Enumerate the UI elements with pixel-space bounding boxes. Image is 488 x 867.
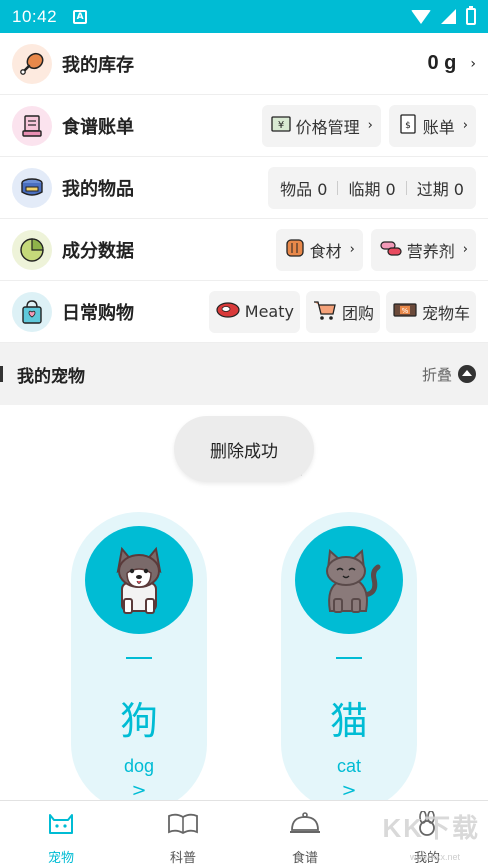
supplements-label: 营养剂 — [406, 241, 455, 261]
pet-selection-area: 「请选择宠物类型」 删除成功 狗 dog > — [0, 405, 488, 800]
status-time: 10:42 — [12, 6, 58, 26]
cat-icon — [295, 526, 403, 634]
book-icon — [166, 811, 200, 841]
bill-label: 账单 — [422, 117, 455, 137]
tab-label: 宠物 — [47, 851, 74, 866]
pet-cart-label: 宠物车 — [421, 303, 470, 323]
pet-name-en: dog — [123, 756, 155, 776]
goods-count: 物品 0 — [280, 179, 328, 199]
wifi-icon — [411, 9, 431, 24]
svg-text:%: % — [402, 307, 409, 315]
steak-icon — [215, 300, 241, 324]
battery-icon — [466, 6, 476, 25]
pet-icon — [45, 811, 77, 841]
cloche-icon — [288, 811, 322, 841]
menu-list: 我的库存 0 g › 食谱账单 ¥ 价格管理 › $ 账单 › 我的物品 物品 … — [0, 33, 488, 343]
receipt-icon — [12, 105, 52, 146]
items-counters: 物品 0 临期 0 过期 0 — [268, 166, 476, 209]
nutrition-data-row: 成分数据 食材 › 营养剂 › — [0, 219, 488, 281]
pet-name-cn: 猫 — [329, 699, 368, 743]
items-counter-chip[interactable]: 物品 0 临期 0 过期 0 — [268, 166, 476, 209]
pet-card-dog[interactable]: 狗 dog > — [71, 512, 207, 800]
signal-icon — [441, 9, 456, 24]
divider — [337, 180, 339, 195]
chevron-right-icon: › — [367, 118, 373, 133]
bill-button[interactable]: $ 账单 › — [388, 104, 476, 147]
stock-label: 我的库存 — [62, 54, 134, 76]
collapse-up-icon — [458, 365, 476, 383]
supplements-button[interactable]: 营养剂 › — [370, 228, 476, 271]
my-pets-header: 我的宠物 折叠 — [0, 343, 488, 405]
tab-label: 科普 — [169, 851, 196, 866]
group-buy-label: 团购 — [341, 303, 374, 323]
bill-icon: $ — [397, 113, 419, 139]
price-tag-icon: ¥ — [270, 114, 292, 138]
my-pets-title: 我的宠物 — [17, 366, 85, 387]
chevron-right-icon: > — [341, 780, 357, 800]
tab-label: 食谱 — [291, 851, 318, 866]
toast-message: 删除成功 — [174, 416, 314, 482]
divider — [126, 657, 152, 659]
pet-name-cn: 狗 — [119, 699, 158, 743]
can-icon — [12, 167, 52, 208]
ingredients-label: 食材 — [309, 241, 342, 261]
svg-text:¥: ¥ — [277, 120, 283, 131]
pill-icon — [379, 237, 403, 263]
section-accent-bar — [0, 366, 3, 382]
dog-icon — [85, 526, 193, 634]
recipe-bill-row: 食谱账单 ¥ 价格管理 › $ 账单 › — [0, 95, 488, 157]
meaty-label: Meaty — [244, 302, 294, 321]
price-management-button[interactable]: ¥ 价格管理 › — [261, 104, 381, 147]
shopping-actions: Meaty 团购 % 宠物车 — [208, 290, 476, 333]
recipe-bill-label: 食谱账单 — [62, 116, 134, 138]
divider — [336, 657, 362, 659]
meat-icon — [284, 237, 306, 263]
pet-card-cat[interactable]: 猫 cat > — [281, 512, 417, 800]
fold-button[interactable]: 折叠 — [422, 364, 476, 385]
coupon-icon: % — [392, 300, 418, 324]
stock-value-wrap: 0 g › — [427, 52, 476, 75]
cart-icon — [312, 299, 338, 325]
svg-text:$: $ — [405, 121, 411, 131]
divider — [405, 180, 407, 195]
expired-count: 过期 0 — [416, 179, 464, 199]
near-expiry-count: 临期 0 — [348, 179, 396, 199]
chevron-right-icon: › — [462, 242, 468, 257]
pie-chart-icon — [12, 229, 52, 270]
nutrition-data-label: 成分数据 — [62, 240, 134, 262]
watermark-logo: KK下载 — [382, 813, 480, 843]
chevron-right-icon: › — [470, 55, 476, 72]
notification-icon: A — [73, 9, 88, 24]
my-items-label: 我的物品 — [62, 178, 134, 200]
recipe-bill-actions: ¥ 价格管理 › $ 账单 › — [261, 104, 476, 147]
tab-pets[interactable]: 宠物 — [0, 801, 122, 867]
chevron-right-icon: › — [462, 118, 468, 133]
drumstick-icon — [12, 43, 52, 84]
tab-science[interactable]: 科普 — [122, 801, 244, 867]
pet-name-en: cat — [336, 756, 361, 776]
status-bar: 10:42 A — [0, 0, 488, 33]
meaty-button[interactable]: Meaty — [208, 290, 300, 333]
shopping-bag-icon — [12, 291, 52, 332]
stock-row[interactable]: 我的库存 0 g › — [0, 33, 488, 95]
ingredients-button[interactable]: 食材 › — [275, 228, 363, 271]
my-items-row: 我的物品 物品 0 临期 0 过期 0 — [0, 157, 488, 219]
chevron-right-icon: > — [131, 780, 147, 800]
status-icons — [411, 6, 476, 25]
watermark-url: www.kkx.net — [409, 852, 460, 862]
stock-value: 0 g — [427, 52, 457, 74]
group-buy-button[interactable]: 团购 — [305, 290, 380, 333]
price-management-label: 价格管理 — [295, 117, 360, 137]
chevron-right-icon: › — [349, 242, 355, 257]
fold-label: 折叠 — [421, 365, 452, 384]
tab-recipes[interactable]: 食谱 — [244, 801, 366, 867]
nutrition-actions: 食材 › 营养剂 › — [275, 228, 476, 271]
daily-shopping-label: 日常购物 — [62, 302, 134, 324]
pet-cart-button[interactable]: % 宠物车 — [385, 290, 476, 333]
daily-shopping-row: 日常购物 Meaty 团购 % 宠物车 — [0, 281, 488, 343]
